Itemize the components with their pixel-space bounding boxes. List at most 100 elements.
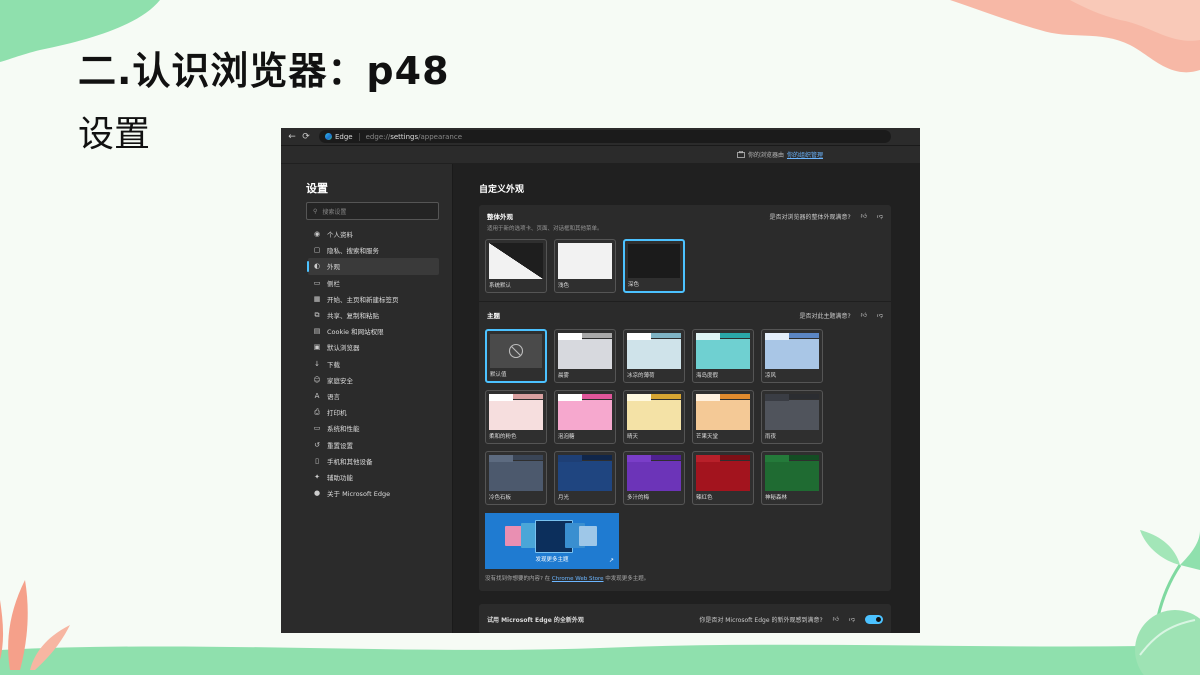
sidebar-item[interactable]: ▤ Cookie 和网站权限 (281, 323, 439, 339)
theme-tile-label: 海岛度假 (696, 373, 719, 379)
theme-tile-label: 凉风 (765, 373, 777, 379)
managed-banner: 你的浏览器由 你的组织管理 (281, 145, 920, 163)
theme-tile-label: 冷色石板 (489, 495, 512, 501)
sidebar-item[interactable]: ▦ 开始、主页和新建标签页 (281, 291, 439, 307)
bottom-right-palm-decoration (1135, 530, 1200, 675)
site-identity[interactable]: Edge (325, 132, 360, 141)
sidebar-item-label: 重置设置 (327, 441, 353, 450)
sidebar-item-label: 开始、主页和新建标签页 (327, 295, 399, 304)
theme-tile[interactable]: 默认值 (485, 329, 547, 383)
theme-preview (696, 333, 750, 369)
settings-sidebar: 设置 ⚲ 搜索设置 ◉ 个人资料 ▢ 隐私、搜索和服务 ◐ 外观 ▭ 侧栏 ▦ 开始、主页和新建标… (281, 164, 453, 633)
theme-tile[interactable]: 海岛度假 (692, 329, 754, 383)
theme-tile-label: 柔和的粉色 (489, 434, 517, 440)
phone-icon: ▯ (315, 456, 319, 465)
theme-tile[interactable]: 晨雾 (554, 329, 616, 383)
sidebar-item[interactable]: ◉ 个人资料 (281, 226, 439, 242)
tab-label: Edge (335, 132, 353, 141)
edge-icon: ● (313, 489, 321, 498)
external-link-icon: ↗ (608, 557, 614, 564)
sidebar-item[interactable]: ⎙ 打印机 (281, 404, 439, 420)
sidebar-item[interactable]: ↺ 重置设置 (281, 436, 439, 452)
appearance-option-dark[interactable]: 深色 (623, 239, 685, 293)
thumbs-down-icon[interactable]: 👎︎ (849, 615, 855, 623)
theme-tile[interactable]: 月光 (554, 451, 616, 505)
thumbs-down-icon[interactable]: 👎︎ (877, 311, 883, 319)
lock-icon: ▢ (313, 246, 321, 255)
sidebar-item[interactable]: ↓ 下载 (281, 356, 439, 372)
theme-preview (489, 394, 543, 430)
person-icon: ◉ (313, 230, 321, 239)
sidebar-item-label: 共享、复制和粘贴 (327, 312, 379, 321)
top-right-blob-decoration (950, 0, 1200, 73)
theme-tile[interactable]: 多汁的梅 (623, 451, 685, 505)
browser-screenshot: ← ⟳ Edge edge://settings/appearance 你的浏览… (281, 128, 920, 633)
managed-link[interactable]: 你的组织管理 (787, 150, 823, 159)
theme-tile-label: 辣红色 (696, 495, 713, 501)
sidebar-item[interactable]: ✦ 辅助功能 (281, 469, 439, 485)
sidebar-item[interactable]: ▭ 侧栏 (281, 275, 439, 291)
sidebar-item[interactable]: ● 关于 Microsoft Edge (281, 485, 439, 501)
sidebar-item-label: 下载 (327, 360, 340, 369)
new-look-card: 试用 Microsoft Edge 的全新外观 你是否对 Microsoft E… (479, 604, 891, 633)
appearance-option-light[interactable]: 浅色 (554, 239, 616, 293)
theme-tile-label: 神秘森林 (765, 495, 788, 501)
appearance-option-label: 深色 (628, 282, 640, 288)
sidebar-item[interactable]: ⧉ 共享、复制和粘贴 (281, 307, 439, 323)
overall-appearance-description: 适用于新的选项卡、页面、对话框和其他菜单。 (487, 226, 603, 232)
sidebar-item[interactable]: ▭ 系统和性能 (281, 420, 439, 436)
discover-more-themes-button[interactable]: 发现更多主题 ↗ (485, 513, 619, 569)
download-icon: ↓ (314, 359, 320, 368)
family-icon: ☺ (313, 375, 321, 384)
theme-preview (765, 394, 819, 430)
reset-icon: ↺ (314, 440, 320, 449)
theme-tile[interactable]: 冷色石板 (485, 451, 547, 505)
thumbs-up-icon[interactable]: 👍︎ (861, 311, 867, 319)
sidebar-item[interactable]: A 语言 (281, 388, 439, 404)
search-settings-input[interactable]: ⚲ 搜索设置 (306, 202, 439, 220)
new-look-toggle[interactable] (865, 614, 883, 624)
page-title: 自定义外观 (479, 185, 525, 195)
note-prefix: 没有找到你想要的内容? 在 (485, 576, 551, 582)
theme-tile[interactable]: 晴天 (623, 390, 685, 444)
appearance-preview (489, 243, 543, 279)
thumbs-up-icon[interactable]: 👍︎ (833, 615, 839, 623)
share-icon: ⧉ (314, 310, 320, 319)
theme-preview (765, 455, 819, 491)
theme-tile[interactable]: 柔和的粉色 (485, 390, 547, 444)
thumbs-up-icon[interactable]: 👍︎ (861, 212, 867, 220)
sidebar-item-label: 外观 (327, 263, 340, 272)
settings-main: 自定义外观 整体外观 是否对浏览器的整体外观满意? 👍︎ 👎︎ 适用于新的选项卡… (453, 164, 920, 633)
sidebar-item-label: 关于 Microsoft Edge (327, 490, 391, 499)
search-icon: ⚲ (313, 207, 318, 215)
back-icon[interactable]: ← (285, 132, 299, 142)
theme-tile[interactable]: 雨夜 (761, 390, 823, 444)
no-theme-icon (508, 343, 524, 359)
refresh-icon[interactable]: ⟳ (299, 132, 313, 142)
sidebar-item[interactable]: ▢ 隐私、搜索和服务 (281, 242, 439, 258)
sidebar-item[interactable]: ▯ 手机和其他设备 (281, 453, 439, 469)
thumbs-down-icon[interactable]: 👎︎ (877, 212, 883, 220)
sidebar-item-label: 个人资料 (327, 231, 353, 240)
theme-tile[interactable]: 神秘森林 (761, 451, 823, 505)
chrome-web-store-link[interactable]: Chrome Web Store (552, 576, 604, 582)
sidebar-item-label: 家庭安全 (327, 376, 353, 385)
briefcase-icon (737, 151, 745, 158)
sidebar-item[interactable]: ▣ 默认浏览器 (281, 339, 439, 355)
theme-tile[interactable]: 辣红色 (692, 451, 754, 505)
theme-tile[interactable]: 泡泡糖 (554, 390, 616, 444)
sidebar-item[interactable]: ◐ 外观 (307, 258, 439, 275)
appearance-option-system[interactable]: 系统默认 (485, 239, 547, 293)
theme-tile[interactable]: 冰凉的薄荷 (623, 329, 685, 383)
theme-tile[interactable]: 凉风 (761, 329, 823, 383)
theme-tile[interactable]: 芒果天堂 (692, 390, 754, 444)
browser-toolbar: ← ⟳ Edge edge://settings/appearance (281, 128, 920, 145)
address-bar[interactable]: Edge edge://settings/appearance (319, 130, 891, 143)
sidebar-item[interactable]: ☺ 家庭安全 (281, 372, 439, 388)
edge-logo-icon (325, 133, 332, 140)
system-icon: ▭ (313, 424, 321, 433)
appearance-icon: ◐ (313, 262, 321, 271)
home-icon: ▦ (313, 294, 321, 303)
url-prefix: edge:// (365, 132, 391, 141)
sidebar-item-label: 侧栏 (327, 279, 340, 288)
